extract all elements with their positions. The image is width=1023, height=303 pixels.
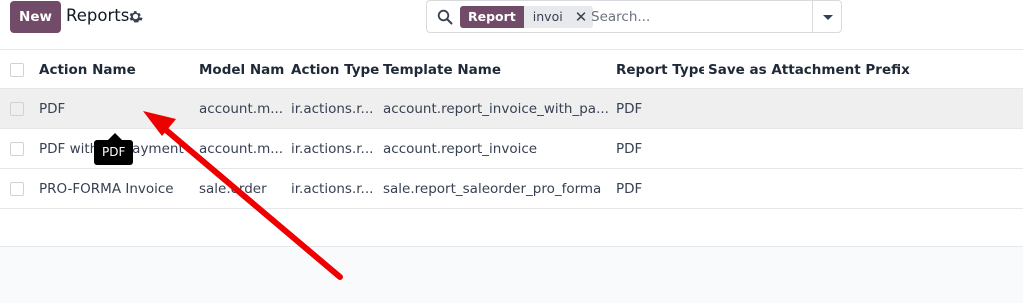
column-header-report-type[interactable]: Report Type: [616, 50, 704, 90]
facet-value-container: invoi ✕: [523, 6, 594, 28]
control-panel: New Reports Report invoi ✕: [0, 0, 1023, 50]
cell-attachment-prefix[interactable]: [708, 169, 1008, 209]
new-button[interactable]: New: [10, 1, 61, 33]
gear-icon[interactable]: [128, 9, 143, 24]
tooltip: PDF: [94, 140, 134, 165]
reports-list: Action Name Model Name Action Type Templ…: [0, 49, 1023, 247]
cell-model-name[interactable]: account.m...: [199, 129, 285, 169]
cell-model-name[interactable]: sale.order: [199, 169, 285, 209]
cell-action-name[interactable]: PRO-FORMA Invoice: [39, 169, 194, 209]
cell-template-name[interactable]: account.report_invoice: [383, 129, 608, 169]
cell-report-type[interactable]: PDF: [616, 129, 704, 169]
column-header-template-name[interactable]: Template Name: [383, 50, 608, 90]
search-icon[interactable]: [437, 9, 453, 25]
column-header-model-name[interactable]: Model Name: [199, 50, 285, 90]
table-row[interactable]: PRO-FORMA Invoice sale.order ir.actions.…: [0, 169, 1023, 209]
search-input[interactable]: [591, 7, 801, 27]
close-icon[interactable]: ✕: [575, 6, 588, 28]
row-checkbox[interactable]: [10, 142, 24, 156]
cell-template-name[interactable]: account.report_invoice_with_pa...: [383, 89, 608, 129]
page-title: Reports: [66, 6, 130, 25]
cell-model-name[interactable]: account.m...: [199, 89, 285, 129]
facet-label: Report: [460, 6, 524, 28]
cell-action-name[interactable]: PDF: [39, 89, 194, 129]
cell-report-type[interactable]: PDF: [616, 169, 704, 209]
empty-table-row: [0, 209, 1023, 247]
chevron-down-icon: [823, 15, 833, 20]
tooltip-pointer: [108, 133, 122, 140]
cell-action-type[interactable]: ir.actions.r...: [291, 89, 379, 129]
table-header: Action Name Model Name Action Type Templ…: [0, 49, 1023, 89]
facet-value: invoi: [532, 9, 563, 24]
table-row[interactable]: PDF without Payment account.m... ir.acti…: [0, 129, 1023, 169]
cell-report-type[interactable]: PDF: [616, 89, 704, 129]
list-background: [0, 247, 1023, 303]
select-all-checkbox[interactable]: [10, 63, 24, 77]
cell-attachment-prefix[interactable]: [708, 129, 1008, 169]
cell-action-type[interactable]: ir.actions.r...: [291, 129, 379, 169]
row-checkbox[interactable]: [10, 102, 24, 116]
search-options-toggle[interactable]: [812, 0, 842, 33]
column-header-action-type[interactable]: Action Type: [291, 50, 379, 90]
column-header-attachment-prefix[interactable]: Save as Attachment Prefix: [708, 50, 1008, 90]
row-checkbox[interactable]: [10, 182, 24, 196]
column-header-action-name[interactable]: Action Name: [39, 50, 194, 90]
table-row[interactable]: PDF account.m... ir.actions.r... account…: [0, 89, 1023, 129]
search-facet: Report invoi ✕: [460, 6, 594, 28]
cell-action-type[interactable]: ir.actions.r...: [291, 169, 379, 209]
cell-attachment-prefix[interactable]: [708, 89, 1008, 129]
cell-template-name[interactable]: sale.report_saleorder_pro_forma: [383, 169, 608, 209]
search-bar: Report invoi ✕: [426, 0, 812, 33]
